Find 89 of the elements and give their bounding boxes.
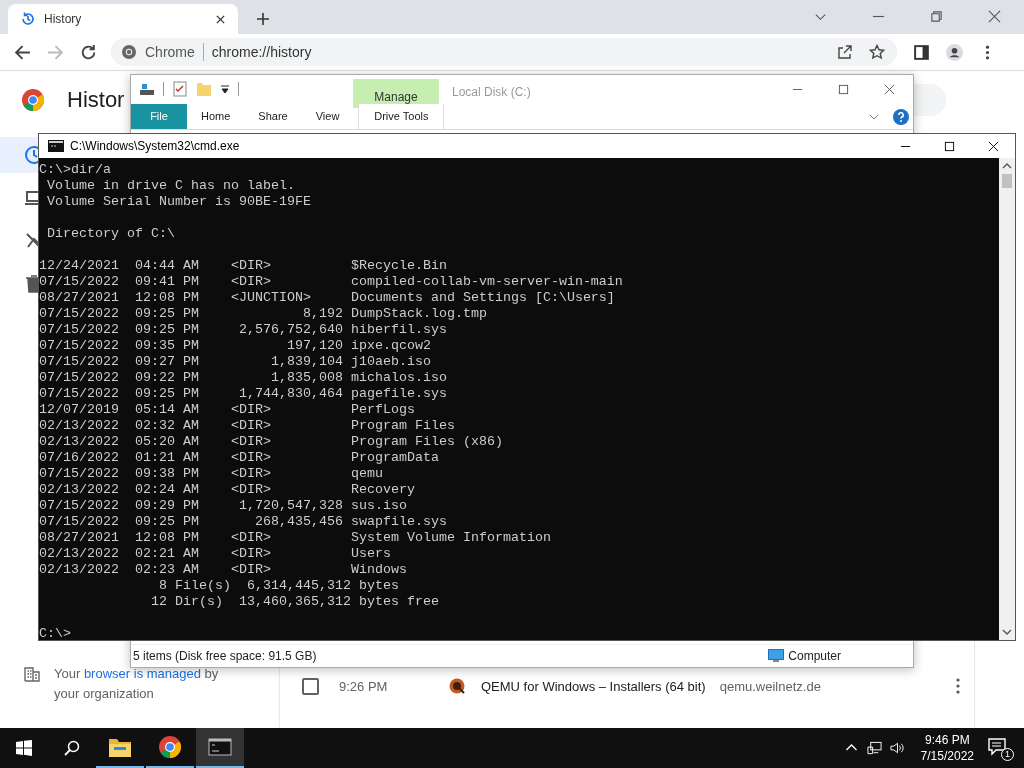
console-line: 12/07/2019 05:14 AM <DIR> PerfLogs <box>39 402 416 418</box>
page-title: Histor <box>67 87 125 113</box>
restore-icon[interactable] <box>930 10 943 23</box>
computer-icon <box>768 649 785 663</box>
sidebar-item[interactable] <box>0 137 38 173</box>
chrome-icon <box>158 735 182 759</box>
window-title: C:\Windows\System32\cmd.exe <box>70 139 240 153</box>
visit-time: 9:26 PM <box>339 678 389 694</box>
page-link[interactable]: QEMU for Windows – Installers (64 bit) <box>481 678 706 694</box>
console-line: Volume in drive C has no label. <box>46 178 296 194</box>
clock-date[interactable]: 7/15/2022 <box>920 748 974 764</box>
console-line: 02/13/2022 02:32 AM <DIR> Program Files <box>39 418 456 434</box>
row-checkbox[interactable] <box>302 677 319 695</box>
console-line: 8 File(s) 6,314,445,312 bytes <box>157 578 400 594</box>
console-line: C:\>dir/a <box>39 162 112 178</box>
console-line: 08/27/2021 12:08 PM <JUNCTION> Documents and Settings [C:\Users] <box>39 290 616 306</box>
console-line: 02/13/2022 05:20 AM <DIR> Program Files (x86) <box>39 434 504 450</box>
drive-icon <box>139 81 155 97</box>
clock-time[interactable]: 9:46 PM <box>924 732 970 748</box>
console-line: 07/15/2022 09:22 PM 1,835,008 michalos.iso <box>39 370 448 386</box>
tab-title: History <box>44 12 83 26</box>
console-line: 08/27/2021 12:08 PM <DIR> System Volume Information <box>39 530 552 546</box>
checklist-icon[interactable] <box>172 81 188 97</box>
location-text: Computer <box>788 649 841 663</box>
share-icon[interactable] <box>837 44 853 60</box>
console-line: 07/15/2022 09:25 PM 8,192 DumpStack.log.tmp <box>39 306 488 322</box>
reload-icon[interactable] <box>80 43 97 61</box>
ribbon-tab[interactable]: Share <box>244 104 302 129</box>
profile-icon[interactable] <box>946 43 963 61</box>
history-icon <box>24 145 38 165</box>
address-bar[interactable]: Chrome chrome://history <box>111 38 897 66</box>
console-line: 07/16/2022 01:21 AM <DIR> ProgramData <box>39 450 440 466</box>
domain-text: qemu.weilnetz.de <box>719 678 821 694</box>
search-field[interactable] <box>914 84 946 116</box>
maximize-icon[interactable] <box>838 84 849 95</box>
managed-link[interactable]: browser is managed <box>83 666 201 681</box>
console-icon <box>208 735 232 759</box>
maximize-icon[interactable] <box>944 140 955 152</box>
context-tab-title: Manage <box>374 90 418 104</box>
console-line: Directory of C:\ <box>46 226 176 242</box>
url-text: chrome://history <box>211 44 312 60</box>
console-line: 07/15/2022 09:25 PM 268,435,456 swapfile.sys <box>39 514 448 530</box>
managed-notice: Your browser is managed by your organization <box>54 665 220 703</box>
console-icon <box>48 140 64 152</box>
site-label: Chrome <box>145 44 195 60</box>
notification-count: 1 <box>1001 748 1014 761</box>
console-line: 07/15/2022 09:25 PM 2,576,752,640 hiberfil.sys <box>39 322 448 338</box>
history-icon <box>20 11 36 27</box>
console-line: 12/24/2021 04:44 AM <DIR> $Recycle.Bin <box>39 258 448 274</box>
console-line: 07/15/2022 09:35 PM 197,120 ipxe.qcow2 <box>39 338 432 354</box>
start-icon[interactable] <box>16 740 32 756</box>
console-line: 07/15/2022 09:41 PM <DIR> compiled-collab-vm-server-win-main <box>39 274 624 290</box>
dropdown-icon[interactable] <box>220 84 230 94</box>
scroll-down-icon[interactable] <box>1002 627 1012 637</box>
scroll-up-icon[interactable] <box>1002 161 1012 171</box>
network-icon[interactable] <box>866 741 882 755</box>
console-line: 07/15/2022 09:29 PM 1,720,547,328 sus.iso <box>39 498 408 514</box>
console-line: 02/13/2022 02:23 AM <DIR> Windows <box>39 562 408 578</box>
close-icon[interactable] <box>988 140 999 152</box>
file-tab[interactable]: File <box>131 104 187 129</box>
chrome-icon <box>121 44 137 60</box>
help-icon[interactable] <box>893 108 909 125</box>
window-title: Local Disk (C:) <box>452 85 531 99</box>
browser-tab[interactable]: History <box>8 4 238 34</box>
console-line: 12 Dir(s) 13,460,365,312 bytes free <box>149 594 440 610</box>
console-line: 02/13/2022 02:24 AM <DIR> Recovery <box>39 482 416 498</box>
console-line: Volume Serial Number is 90BE-19FE <box>46 194 312 210</box>
console-line: 02/13/2022 02:21 AM <DIR> Users <box>39 546 392 562</box>
building-icon <box>24 666 40 682</box>
scrollbar-thumb[interactable] <box>1002 174 1012 188</box>
ribbon-tab[interactable]: Home <box>187 104 245 129</box>
console-line: 07/15/2022 09:38 PM <DIR> qemu <box>39 466 384 482</box>
volume-icon[interactable] <box>889 741 905 755</box>
search-icon[interactable] <box>64 740 80 756</box>
status-text: 5 items (Disk free space: 91.5 GB) <box>133 649 317 663</box>
favicon-icon <box>449 678 465 694</box>
console-line: 07/15/2022 09:27 PM 1,839,104 j10aeb.iso <box>39 354 432 370</box>
taskbar-app[interactable] <box>196 728 244 768</box>
new-tab-icon[interactable] <box>256 12 270 26</box>
notification-icon[interactable] <box>988 738 1008 756</box>
side-panel-icon[interactable] <box>913 43 930 61</box>
chrome-logo-icon <box>21 88 45 112</box>
star-icon[interactable] <box>869 44 885 60</box>
console-line: 07/15/2022 09:25 PM 1,744,830,464 pagefile.sys <box>39 386 448 402</box>
ribbon-tab[interactable]: View <box>301 104 354 129</box>
more-icon[interactable] <box>956 678 960 694</box>
back-icon[interactable] <box>14 43 31 61</box>
close-icon[interactable] <box>215 13 226 25</box>
console-line: C:\> <box>39 626 72 642</box>
